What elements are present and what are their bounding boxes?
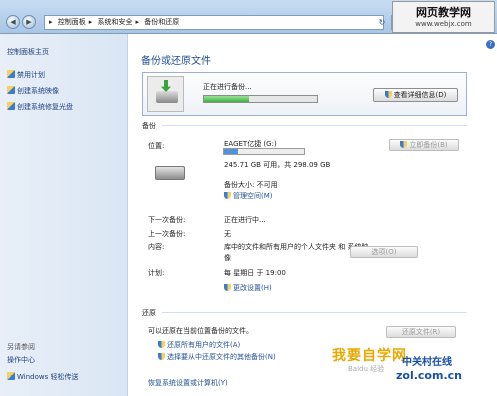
sidebar-item-label: 创建系统映像 (17, 87, 59, 95)
chevron-right-icon: ▸ (88, 18, 93, 26)
drive-capacity-bar (223, 148, 305, 155)
shield-icon (7, 70, 15, 78)
drive-space: 245.71 GB 可用，共 298.09 GB (224, 161, 331, 169)
contents-value-cont: 像 (224, 254, 231, 262)
recover-system-link[interactable]: 恢复系统设置或计算机(Y) (148, 378, 228, 388)
transfer-icon (7, 372, 15, 380)
restore-other-backup-link[interactable]: 选择要从中还原文件的其他备份(N) (158, 352, 276, 362)
next-backup-value: 正在进行中... (224, 216, 266, 224)
link-label: 更改设置(H) (233, 284, 272, 292)
drive-icon (155, 166, 185, 180)
button-label: 立即备份(B) (409, 141, 448, 149)
sidebar-home-link[interactable]: 控制面板主页 (7, 47, 49, 57)
restore-section-heading: 还原 (142, 309, 156, 317)
restore-description: 可以还原在当前位置备份的文件。 (148, 327, 253, 335)
watermark-text: 我要自学网 (332, 348, 407, 364)
sidebar-item-create-image[interactable]: 创建系统映像 (7, 86, 59, 96)
sidebar-item-label: 禁用计划 (17, 71, 45, 79)
see-also-heading: 另请参阅 (7, 343, 35, 351)
link-label: 选择要从中还原文件的其他备份(N) (167, 353, 276, 361)
help-icon[interactable]: ? (486, 40, 495, 49)
shield-icon (7, 86, 15, 94)
address-bar[interactable]: ▸ 控制面板 ▸ 系统和安全 ▸ 备份和还原 (44, 15, 384, 30)
watermark-text: Baidu 经验 (348, 365, 385, 373)
folder-icon: ▸ (49, 18, 53, 26)
last-backup-value: 无 (224, 230, 231, 238)
shield-icon (224, 192, 231, 199)
sidebar-item-easy-transfer[interactable]: Windows 轻松传送 (7, 372, 78, 382)
watermark-url: www.webjx.com (415, 20, 472, 28)
forward-button[interactable]: ▶ (22, 15, 36, 29)
backup-now-button[interactable]: 立即备份(B) (389, 139, 459, 151)
progress-label: 正在进行备份... (203, 83, 252, 91)
view-details-button[interactable]: 查看详细信息(D) (373, 88, 458, 102)
location-label: 位置: (148, 142, 165, 150)
capacity-fill (224, 149, 239, 154)
watermark-logo: 我要自学网 Baidu 经验 中关村在线 zol.com.cn (330, 335, 492, 390)
backup-section-heading: 备份 (142, 122, 156, 130)
sidebar-item-repair-disc[interactable]: 创建系统修复光盘 (7, 102, 73, 112)
sidebar: 控制面板主页 禁用计划 创建系统映像 创建系统修复光盘 另请参阅 操作中心 Wi… (0, 34, 128, 396)
sidebar-item-disable-schedule[interactable]: 禁用计划 (7, 70, 45, 80)
shield-icon (384, 91, 392, 98)
options-button[interactable]: 选项(O) (350, 246, 418, 258)
button-label: 选项(O) (371, 248, 397, 256)
shield-icon (158, 341, 165, 348)
sidebar-item-label: Windows 轻松传送 (17, 373, 79, 381)
breadcrumb-control-panel[interactable]: 控制面板 (58, 18, 86, 26)
divider (162, 125, 467, 126)
backup-icon (147, 76, 184, 112)
link-label: 还原所有用户的文件(A) (167, 341, 241, 349)
progress-bar (203, 95, 318, 103)
backup-size: 备份大小: 不可用 (224, 181, 278, 189)
watermark-url: zol.com.cn (396, 369, 462, 382)
watermark-text: 网页教学网 (416, 6, 471, 19)
breadcrumb-system-security[interactable]: 系统和安全 (98, 18, 133, 26)
shield-icon (224, 284, 231, 291)
restore-all-users-link[interactable]: 还原所有用户的文件(A) (158, 340, 240, 350)
watermark-logo: 网页教学网 www.webjx.com (392, 1, 495, 33)
last-backup-label: 上一次备份: (148, 230, 186, 238)
schedule-value: 每 星期日 于 19:00 (224, 269, 286, 277)
shield-icon (158, 353, 165, 360)
shield-icon (7, 102, 15, 110)
button-label: 查看详细信息(D) (393, 91, 447, 99)
refresh-icon[interactable]: ↻ (377, 15, 387, 30)
divider (162, 312, 467, 313)
progress-fill (204, 96, 250, 102)
page-title: 备份或还原文件 (141, 56, 211, 67)
sidebar-item-label: 创建系统修复光盘 (17, 103, 73, 111)
watermark-text: 中关村在线 (402, 357, 452, 368)
sidebar-item-action-center[interactable]: 操作中心 (7, 355, 35, 365)
contents-value: 库中的文件和所有用户的个人文件夹 和 系统映 (224, 243, 369, 251)
back-button[interactable]: ◀ (6, 15, 20, 29)
contents-label: 内容: (148, 243, 165, 251)
manage-space-link[interactable]: 管理空间(M) (224, 191, 273, 201)
link-label: 管理空间(M) (233, 192, 273, 200)
shield-icon (400, 141, 408, 148)
breadcrumb-backup-restore[interactable]: 备份和还原 (144, 18, 179, 26)
next-backup-label: 下一次备份: (148, 216, 186, 224)
chevron-right-icon: ▸ (135, 18, 140, 26)
schedule-label: 计划: (148, 269, 165, 277)
change-settings-link[interactable]: 更改设置(H) (224, 283, 272, 293)
